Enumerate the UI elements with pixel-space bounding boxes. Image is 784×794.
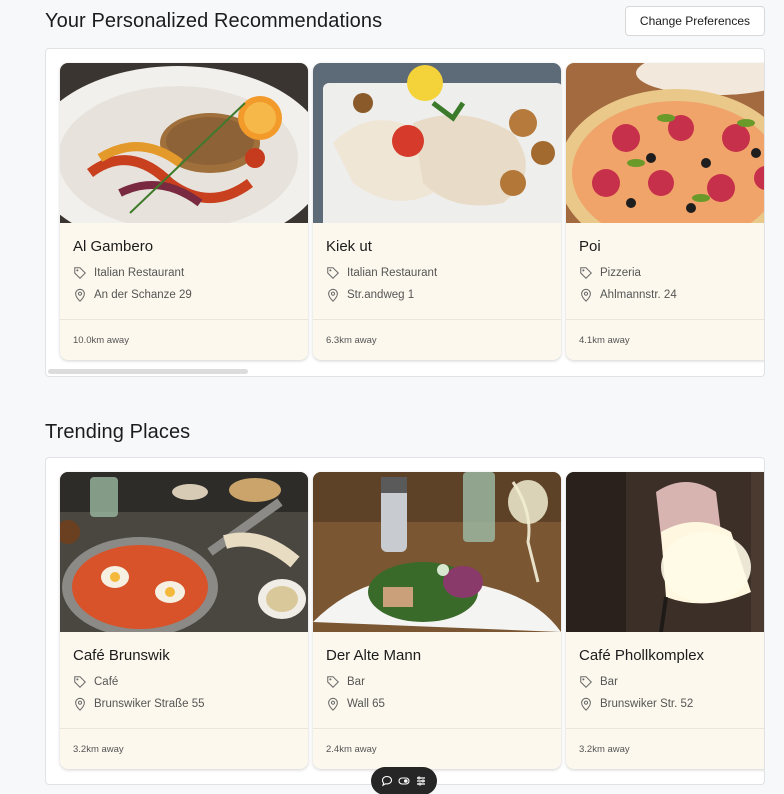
restaurant-card[interactable]: Der Alte Mann Bar Wall 65 2.4km away <box>313 472 561 769</box>
restaurant-name: Der Alte Mann <box>326 647 422 664</box>
restaurant-card[interactable]: Café Phollkomplex Bar Brunswiker Str. 52… <box>566 472 764 769</box>
trending-title: Trending Places <box>45 420 191 443</box>
location-pin-icon <box>75 697 85 711</box>
tag-icon <box>327 267 339 279</box>
restaurant-photo <box>566 63 764 223</box>
tag-icon <box>327 676 339 688</box>
restaurant-photo <box>60 63 308 223</box>
card-body: Café Brunswik Café Brunswiker Straße 55 <box>60 632 308 729</box>
recommendations-header: Your Personalized Recommendations Change… <box>45 5 765 37</box>
category-row: Italian Restaurant <box>326 266 548 280</box>
card-body: Kiek ut Italian Restaurant Str.andweg 1 <box>313 223 561 320</box>
recommendations-carousel[interactable]: Al Gambero Italian Restaurant An der Sch… <box>45 48 765 377</box>
category-row: Bar <box>579 675 764 689</box>
distance-label: 3.2km away <box>579 744 630 755</box>
restaurant-address: Brunswiker Straße 55 <box>94 698 205 710</box>
address-row: Ahlmannstr. 24 <box>579 288 764 302</box>
restaurant-name: Café Phollkomplex <box>579 647 705 664</box>
chat-icon[interactable] <box>380 774 394 788</box>
tag-icon <box>74 267 86 279</box>
restaurant-address: Brunswiker Str. 52 <box>600 698 694 710</box>
change-preferences-button[interactable]: Change Preferences <box>624 6 765 36</box>
card-body: Al Gambero Italian Restaurant An der Sch… <box>60 223 308 320</box>
restaurant-card[interactable]: Poi Pizzeria Ahlmannstr. 24 4.1km away <box>566 63 764 360</box>
address-row: An der Schanze 29 <box>73 288 295 302</box>
tag-icon <box>580 676 592 688</box>
address-row: Str.andweg 1 <box>326 288 548 302</box>
recommendations-track: Al Gambero Italian Restaurant An der Sch… <box>60 63 764 360</box>
category-row: Pizzeria <box>579 266 764 280</box>
location-pin-icon <box>581 288 591 302</box>
address-row: Brunswiker Straße 55 <box>73 697 295 711</box>
restaurant-category: Italian Restaurant <box>94 267 185 279</box>
distance-label: 10.0km away <box>73 335 129 346</box>
trending-track: Café Brunswik Café Brunswiker Straße 55 … <box>60 472 764 769</box>
recommendations-title: Your Personalized Recommendations <box>45 9 383 32</box>
restaurant-photo <box>313 472 561 632</box>
address-row: Wall 65 <box>326 697 548 711</box>
restaurant-address: An der Schanze 29 <box>94 289 192 301</box>
location-pin-icon <box>75 288 85 302</box>
card-body: Poi Pizzeria Ahlmannstr. 24 <box>566 223 764 320</box>
restaurant-name: Kiek ut <box>326 238 372 255</box>
restaurant-photo <box>60 472 308 632</box>
restaurant-category: Bar <box>600 676 618 688</box>
distance-label: 4.1km away <box>579 335 630 346</box>
distance-label: 2.4km away <box>326 744 377 755</box>
location-pin-icon <box>328 697 338 711</box>
restaurant-card[interactable]: Al Gambero Italian Restaurant An der Sch… <box>60 63 308 360</box>
distance-label: 3.2km away <box>73 744 124 755</box>
restaurant-address: Ahlmannstr. 24 <box>600 289 677 301</box>
restaurant-category: Italian Restaurant <box>347 267 438 279</box>
restaurant-name: Al Gambero <box>73 238 154 255</box>
category-row: Italian Restaurant <box>73 266 295 280</box>
restaurant-category: Pizzeria <box>600 267 641 279</box>
trending-header: Trending Places <box>45 416 765 448</box>
restaurant-category: Bar <box>347 676 365 688</box>
horizontal-scrollbar[interactable] <box>48 369 248 374</box>
trending-carousel[interactable]: Café Brunswik Café Brunswiker Straße 55 … <box>45 457 765 785</box>
category-row: Café <box>73 675 295 689</box>
page: Your Personalized Recommendations Change… <box>0 0 784 794</box>
tag-icon <box>74 676 86 688</box>
category-row: Bar <box>326 675 548 689</box>
tag-icon <box>580 267 592 279</box>
card-body: Der Alte Mann Bar Wall 65 <box>313 632 561 729</box>
restaurant-card[interactable]: Kiek ut Italian Restaurant Str.andweg 1 … <box>313 63 561 360</box>
restaurant-category: Café <box>94 676 119 688</box>
address-row: Brunswiker Str. 52 <box>579 697 764 711</box>
restaurant-card[interactable]: Café Brunswik Café Brunswiker Straße 55 … <box>60 472 308 769</box>
restaurant-photo <box>313 63 561 223</box>
restaurant-address: Str.andweg 1 <box>347 289 415 301</box>
restaurant-photo <box>566 472 764 632</box>
location-pin-icon <box>328 288 338 302</box>
distance-label: 6.3km away <box>326 335 377 346</box>
toggle-icon[interactable] <box>397 774 411 788</box>
restaurant-name: Poi <box>579 238 601 255</box>
floating-toolbar <box>371 767 437 794</box>
menu-icon[interactable] <box>414 774 428 788</box>
restaurant-address: Wall 65 <box>347 698 385 710</box>
location-pin-icon <box>581 697 591 711</box>
restaurant-name: Café Brunswik <box>73 647 170 664</box>
card-body: Café Phollkomplex Bar Brunswiker Str. 52 <box>566 632 764 729</box>
